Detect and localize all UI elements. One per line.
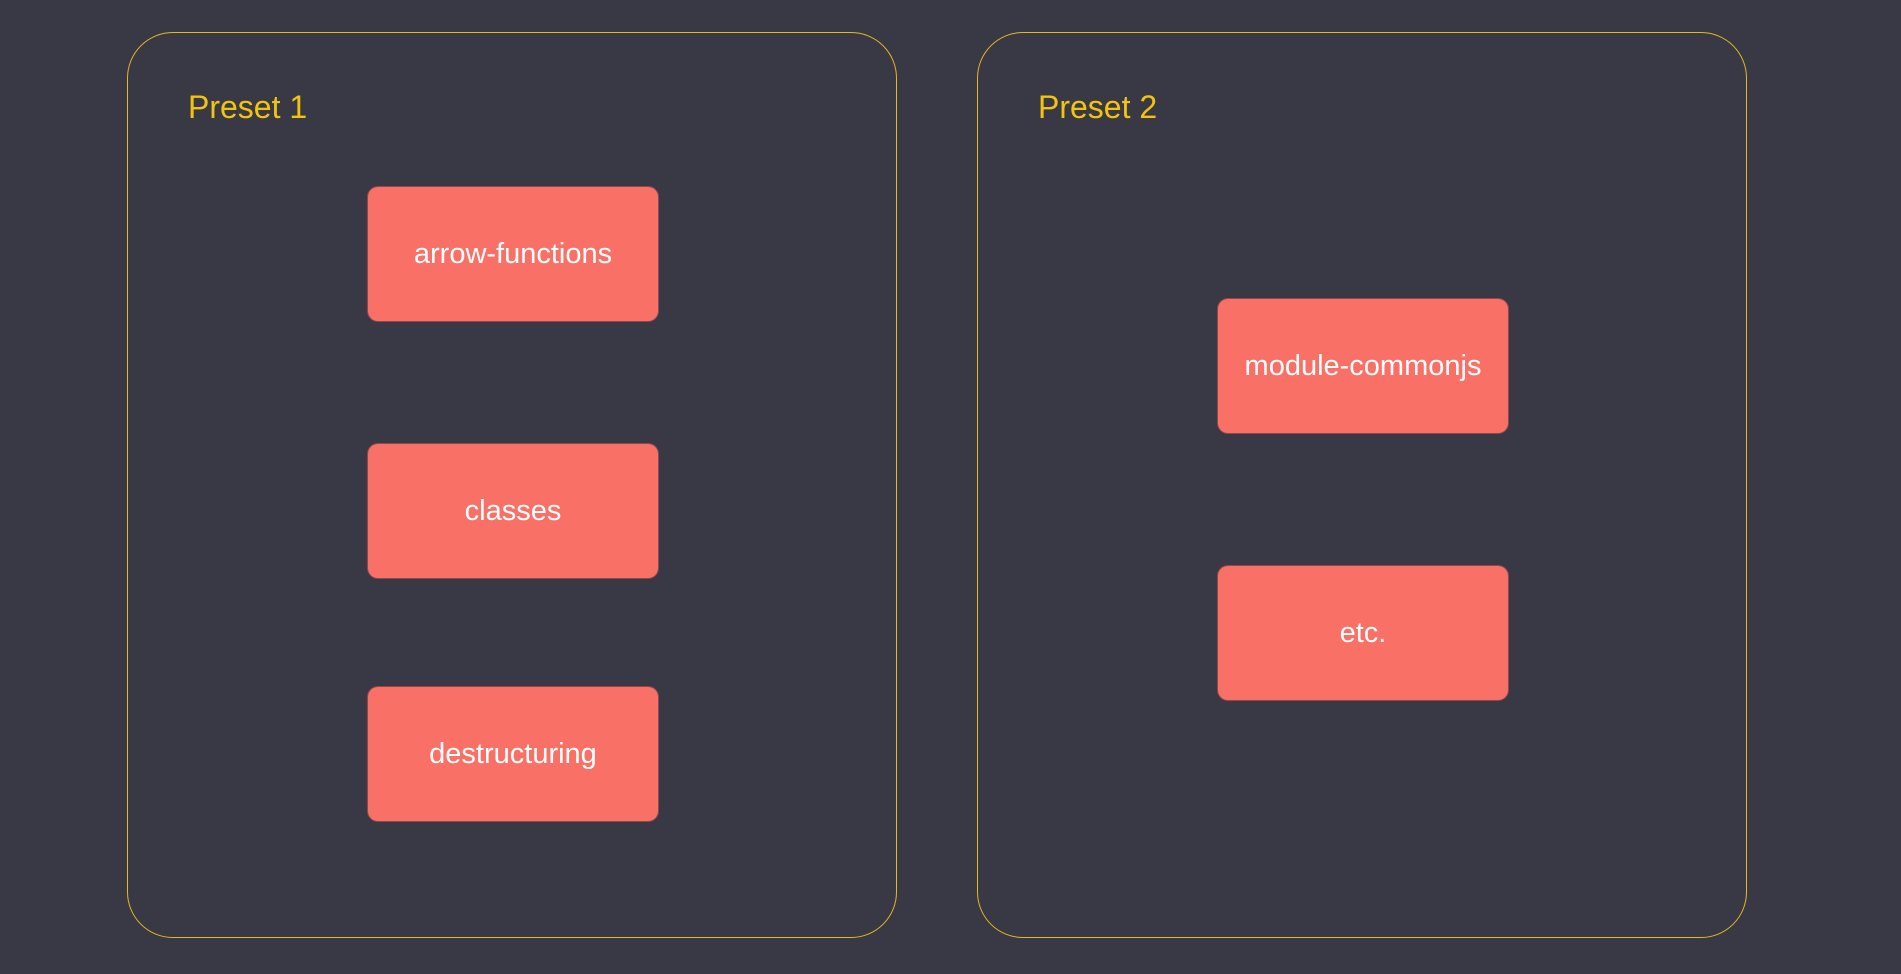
preset-2-title: Preset 2 — [1038, 89, 1158, 125]
plugin-etc: etc. — [1218, 566, 1508, 700]
preset-1-frame: Preset 1 arrow-functions classes destruc… — [127, 32, 897, 938]
plugin-module-commonjs: module-commonjs — [1218, 299, 1508, 433]
plugin-arrow-functions: arrow-functions — [368, 187, 658, 321]
plugin-destructuring: destructuring — [368, 687, 658, 821]
preset-2-frame: Preset 2 module-commonjs etc. — [977, 32, 1747, 938]
preset-1-title: Preset 1 — [188, 89, 308, 125]
plugin-classes: classes — [368, 444, 658, 578]
